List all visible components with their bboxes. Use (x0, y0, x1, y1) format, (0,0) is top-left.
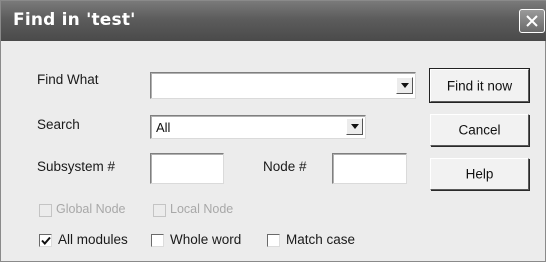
close-button[interactable] (519, 9, 545, 33)
find-it-now-label: Find it now (446, 78, 513, 93)
find-what-dropdown-button[interactable] (396, 77, 413, 94)
help-label: Help (465, 166, 494, 182)
checkmark-icon (41, 236, 51, 245)
subsystem-input[interactable] (150, 153, 224, 184)
local-node-checkbox[interactable] (153, 204, 166, 217)
match-case-checkbox[interactable] (267, 234, 280, 247)
match-case-label: Match case (286, 232, 356, 247)
search-label: Search (37, 117, 80, 132)
all-modules-checkbox[interactable] (39, 234, 52, 247)
close-icon (526, 15, 538, 27)
global-node-checkbox[interactable] (39, 204, 52, 217)
all-modules-label: All modules (58, 232, 128, 247)
cancel-button[interactable]: Cancel (430, 114, 529, 146)
title-bar[interactable]: Find in 'test' (1, 1, 546, 41)
node-label: Node # (263, 159, 307, 174)
cancel-label: Cancel (458, 122, 501, 138)
chevron-down-icon (351, 124, 359, 129)
whole-word-label: Whole word (170, 232, 242, 247)
chevron-down-icon (401, 83, 409, 88)
find-what-label: Find What (37, 72, 99, 87)
local-node-label: Local Node (170, 202, 234, 216)
find-it-now-button[interactable]: Find it now (429, 68, 530, 103)
subsystem-label: Subsystem # (37, 159, 116, 174)
search-select[interactable]: All (150, 115, 366, 139)
whole-word-checkbox[interactable] (151, 234, 164, 247)
search-value: All (156, 120, 171, 135)
window-title: Find in 'test' (13, 10, 136, 30)
search-dropdown-button[interactable] (346, 118, 363, 135)
find-dialog: Find in 'test' Find What Search All Subs… (0, 0, 546, 262)
node-input[interactable] (332, 153, 407, 184)
global-node-label: Global Node (56, 202, 126, 216)
help-button[interactable]: Help (430, 158, 529, 190)
find-what-combobox[interactable] (150, 72, 416, 99)
